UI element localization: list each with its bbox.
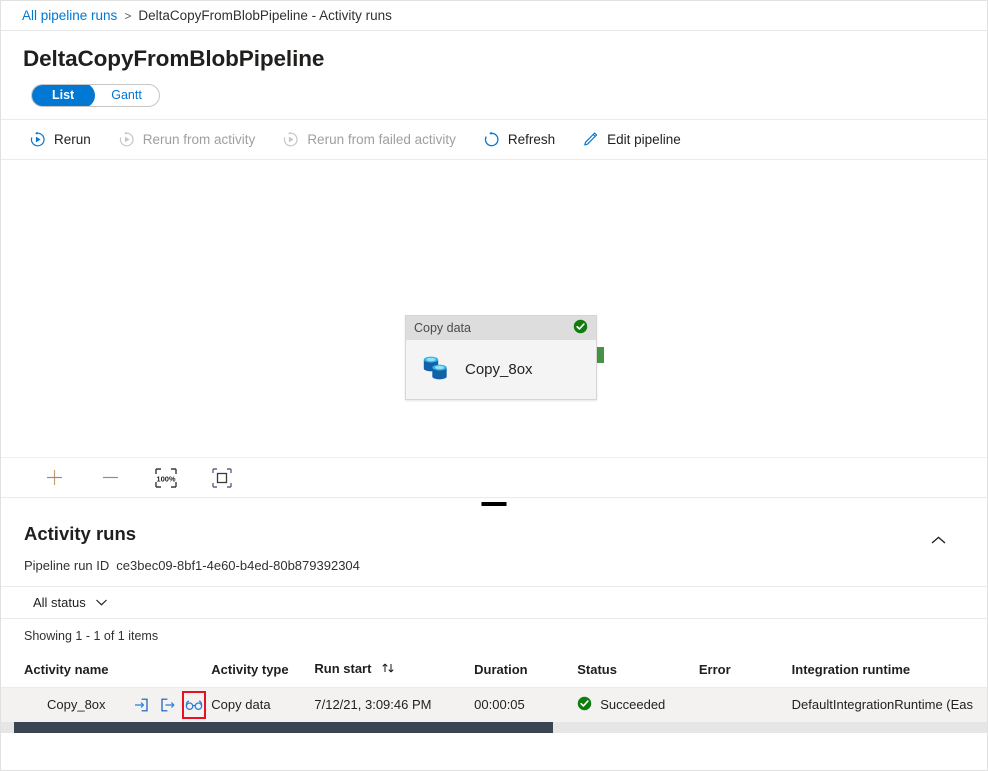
- pipeline-run-id-value: ce3bec09-8bf1-4e60-b4ed-80b879392304: [116, 558, 360, 573]
- column-header-status[interactable]: Status: [577, 655, 699, 688]
- status-filter-dropdown[interactable]: All status: [29, 592, 112, 613]
- cell-integration-runtime: DefaultIntegrationRuntime (Eas: [792, 688, 987, 722]
- chevron-up-icon: [930, 533, 947, 551]
- page-title: DeltaCopyFromBlobPipeline: [1, 31, 987, 72]
- showing-count: Showing 1 - 1 of 1 items: [1, 619, 987, 643]
- fit-to-screen-icon[interactable]: [209, 465, 235, 491]
- column-header-integration-runtime[interactable]: Integration runtime: [792, 655, 987, 688]
- input-details-icon[interactable]: [132, 694, 150, 716]
- column-header-activity-type[interactable]: Activity type: [211, 655, 314, 688]
- breadcrumb-all-pipeline-runs-link[interactable]: All pipeline runs: [22, 8, 117, 23]
- pipeline-canvas[interactable]: Copy data: [1, 160, 987, 457]
- node-status-success-icon: [573, 319, 588, 337]
- pipeline-run-id-label: Pipeline run ID: [24, 558, 109, 573]
- table-bottom-space: [1, 733, 987, 771]
- node-activity-name: Copy_8ox: [465, 361, 533, 378]
- edit-pipeline-button[interactable]: Edit pipeline: [580, 127, 683, 152]
- view-toggle-container: List Gantt: [1, 72, 987, 107]
- status-success-icon: [577, 696, 592, 714]
- rerun-from-activity-icon: [118, 131, 135, 148]
- column-header-run-start[interactable]: Run start: [314, 655, 474, 688]
- activity-runs-title: Activity runs: [24, 523, 987, 545]
- table-horizontal-scrollbar[interactable]: [1, 722, 987, 733]
- rerun-from-failed-activity-icon: [282, 131, 299, 148]
- activity-runs-page: All pipeline runs > DeltaCopyFromBlobPip…: [0, 0, 988, 771]
- refresh-icon: [483, 131, 500, 148]
- cell-error: [699, 688, 792, 722]
- activity-name-value: Copy_8ox: [47, 697, 132, 712]
- sort-arrows-icon: [381, 662, 396, 677]
- svg-text:100%: 100%: [156, 474, 176, 483]
- breadcrumb: All pipeline runs > DeltaCopyFromBlobPip…: [1, 1, 987, 31]
- table-body: Copy_8ox: [1, 688, 987, 722]
- command-bar: Rerun Rerun from activity Rerun from: [1, 119, 987, 160]
- activity-runs-filter-bar: All status: [1, 586, 987, 619]
- rerun-button[interactable]: Rerun: [27, 127, 93, 152]
- zoom-out-icon[interactable]: [97, 465, 123, 491]
- rerun-from-activity-button: Rerun from activity: [116, 127, 258, 152]
- pencil-icon: [582, 131, 599, 148]
- column-header-error[interactable]: Error: [699, 655, 792, 688]
- pipeline-run-id: Pipeline run ID ce3bec09-8bf1-4e60-b4ed-…: [24, 558, 987, 573]
- edit-pipeline-label: Edit pipeline: [607, 132, 681, 147]
- zoom-level-100-icon[interactable]: 100%: [153, 465, 179, 491]
- column-header-run-start-label: Run start: [314, 661, 371, 676]
- activity-runs-table-container: Activity name Activity type Run start Du…: [1, 655, 987, 771]
- column-header-duration[interactable]: Duration: [474, 655, 577, 688]
- cell-activity-type: Copy data: [211, 688, 314, 722]
- splitter-grip[interactable]: [482, 502, 507, 506]
- refresh-button[interactable]: Refresh: [481, 127, 557, 152]
- copy-data-icon: [420, 353, 451, 387]
- activity-node-copy-data[interactable]: Copy data: [405, 315, 597, 400]
- rerun-from-failed-activity-button: Rerun from failed activity: [280, 127, 458, 152]
- chevron-down-icon: [95, 595, 108, 610]
- cell-run-start: 7/12/21, 3:09:46 PM: [314, 688, 474, 722]
- zoom-in-icon[interactable]: [41, 465, 67, 491]
- cell-duration: 00:00:05: [474, 688, 577, 722]
- column-header-activity-name[interactable]: Activity name: [1, 655, 211, 688]
- table-header: Activity name Activity type Run start Du…: [1, 655, 987, 688]
- rerun-icon: [29, 131, 46, 148]
- node-type-label: Copy data: [414, 321, 573, 335]
- node-header: Copy data: [406, 316, 596, 340]
- details-glasses-icon[interactable]: [185, 694, 203, 716]
- status-text: Succeeded: [600, 697, 665, 712]
- activity-runs-header: Activity runs Pipeline run ID ce3bec09-8…: [1, 509, 987, 573]
- activity-name-cell-content: Copy_8ox: [24, 694, 211, 716]
- activity-runs-table: Activity name Activity type Run start Du…: [1, 655, 987, 722]
- cell-activity-name: Copy_8ox: [1, 688, 211, 722]
- status-filter-label: All status: [33, 595, 86, 610]
- view-toggle-gantt[interactable]: Gantt: [94, 84, 159, 107]
- output-details-icon[interactable]: [158, 694, 176, 716]
- canvas-zoom-tools: 100%: [1, 457, 987, 497]
- refresh-label: Refresh: [508, 132, 555, 147]
- view-toggle-list[interactable]: List: [31, 84, 95, 107]
- collapse-panel-button[interactable]: [925, 529, 951, 555]
- rerun-from-failed-activity-label: Rerun from failed activity: [307, 132, 456, 147]
- panel-splitter[interactable]: [1, 497, 987, 509]
- breadcrumb-separator: >: [124, 9, 131, 23]
- table-horizontal-scrollbar-thumb[interactable]: [14, 722, 553, 733]
- rerun-label: Rerun: [54, 132, 91, 147]
- rerun-from-activity-label: Rerun from activity: [143, 132, 256, 147]
- view-toggle: List Gantt: [31, 84, 160, 107]
- node-body: Copy_8ox: [406, 340, 596, 399]
- breadcrumb-current: DeltaCopyFromBlobPipeline - Activity run…: [138, 8, 392, 23]
- table-header-row: Activity name Activity type Run start Du…: [1, 655, 987, 688]
- status-badge: Succeeded: [577, 696, 699, 714]
- table-row[interactable]: Copy_8ox: [1, 688, 987, 722]
- cell-status: Succeeded: [577, 688, 699, 722]
